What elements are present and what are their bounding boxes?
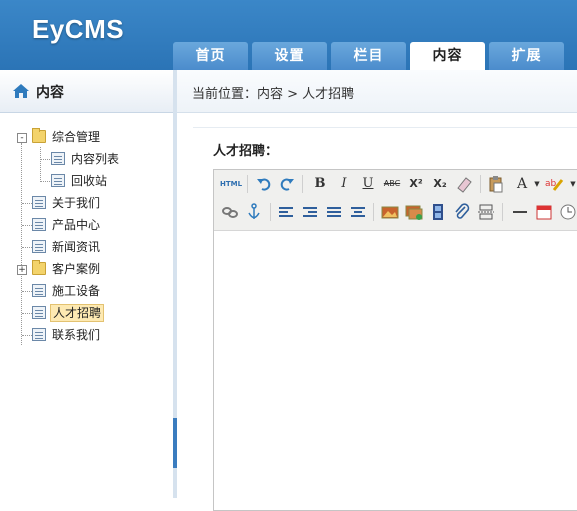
tree-item-label: 内容列表 <box>71 152 120 166</box>
subscript-button[interactable]: X₂ <box>430 174 450 194</box>
rich-text-editor: HTML B I U ABC X² X₂ A ▼ ab ▼ <box>213 169 577 511</box>
paste-icon[interactable] <box>486 174 506 194</box>
image-icon[interactable] <box>380 202 400 222</box>
horizontal-rule-icon[interactable] <box>510 202 530 222</box>
tree-item-label: 新闻资讯 <box>52 240 101 254</box>
breadcrumb-bar: 当前位置：内容 > 人才招聘 <box>177 70 577 113</box>
link-icon[interactable] <box>220 202 240 222</box>
folder-icon <box>32 128 46 143</box>
tab-settings[interactable]: 设置 <box>252 42 327 70</box>
page-icon <box>32 218 46 231</box>
page-icon <box>32 306 46 319</box>
page-icon <box>32 328 46 341</box>
calendar-icon[interactable] <box>534 202 554 222</box>
multi-image-icon[interactable] <box>404 202 424 222</box>
tree-item-label: 综合管理 <box>52 130 101 144</box>
page-icon <box>51 152 65 165</box>
page-icon <box>32 284 46 297</box>
video-icon[interactable] <box>428 202 448 222</box>
tree-item-label: 人才招聘 <box>50 304 105 322</box>
eraser-icon[interactable] <box>454 174 474 194</box>
main-content: 人才招聘： HTML B I U ABC X² X₂ A ▼ ab ▼ <box>177 113 577 511</box>
highlight-icon[interactable]: ab <box>544 174 564 194</box>
superscript-button[interactable]: X² <box>406 174 426 194</box>
align-right-icon[interactable] <box>300 202 320 222</box>
align-justify-icon[interactable] <box>324 202 344 222</box>
attachment-icon[interactable] <box>452 202 472 222</box>
html-source-button[interactable]: HTML <box>220 174 242 194</box>
bold-button[interactable]: B <box>310 174 330 194</box>
collapse-icon[interactable]: - <box>17 133 27 143</box>
logo: EyCMS <box>32 14 125 44</box>
tree-item-label: 客户案例 <box>52 262 101 276</box>
header: EyCMS 首页 设置 栏目 内容 扩展 <box>0 0 577 70</box>
strikethrough-button[interactable]: ABC <box>382 174 402 194</box>
chevron-down-icon[interactable]: ▼ <box>563 174 577 194</box>
home-icon <box>13 84 29 98</box>
tab-home[interactable]: 首页 <box>173 42 248 70</box>
tab-content[interactable]: 内容 <box>410 42 485 70</box>
sidebar-title: 内容 <box>36 85 64 101</box>
tab-extensions[interactable]: 扩展 <box>489 42 564 70</box>
italic-button[interactable]: I <box>334 174 354 194</box>
sidebar-tree: - 综合管理 内容列表 回收站 关于我们 产品中心 新闻资讯 + 客户案例 施工… <box>0 113 173 498</box>
editor-toolbar: HTML B I U ABC X² X₂ A ▼ ab ▼ <box>214 170 577 231</box>
sidebar-header: 内容 <box>0 70 173 113</box>
breadcrumb: 当前位置：内容 > 人才招聘 <box>192 87 355 102</box>
divider <box>193 127 577 128</box>
editor-body[interactable] <box>214 231 577 510</box>
page-icon <box>51 174 65 187</box>
tab-columns[interactable]: 栏目 <box>331 42 406 70</box>
tree-item-label: 产品中心 <box>52 218 101 232</box>
page-icon <box>32 196 46 209</box>
redo-icon[interactable] <box>277 174 297 194</box>
tree-item-label: 回收站 <box>71 174 108 188</box>
underline-button[interactable]: U <box>358 174 378 194</box>
undo-icon[interactable] <box>254 174 274 194</box>
anchor-icon[interactable] <box>244 202 264 222</box>
page-break-icon[interactable] <box>476 202 496 222</box>
tree-item-label: 关于我们 <box>52 196 101 210</box>
page-icon <box>32 240 46 253</box>
align-center-icon[interactable] <box>348 202 368 222</box>
tree-item-label: 施工设备 <box>52 284 101 298</box>
field-label: 人才招聘： <box>213 144 279 159</box>
expand-icon[interactable]: + <box>17 265 27 275</box>
tree-item-label: 联系我们 <box>52 328 101 342</box>
align-left-icon[interactable] <box>276 202 296 222</box>
folder-icon <box>32 260 46 275</box>
clock-icon[interactable] <box>558 202 577 222</box>
